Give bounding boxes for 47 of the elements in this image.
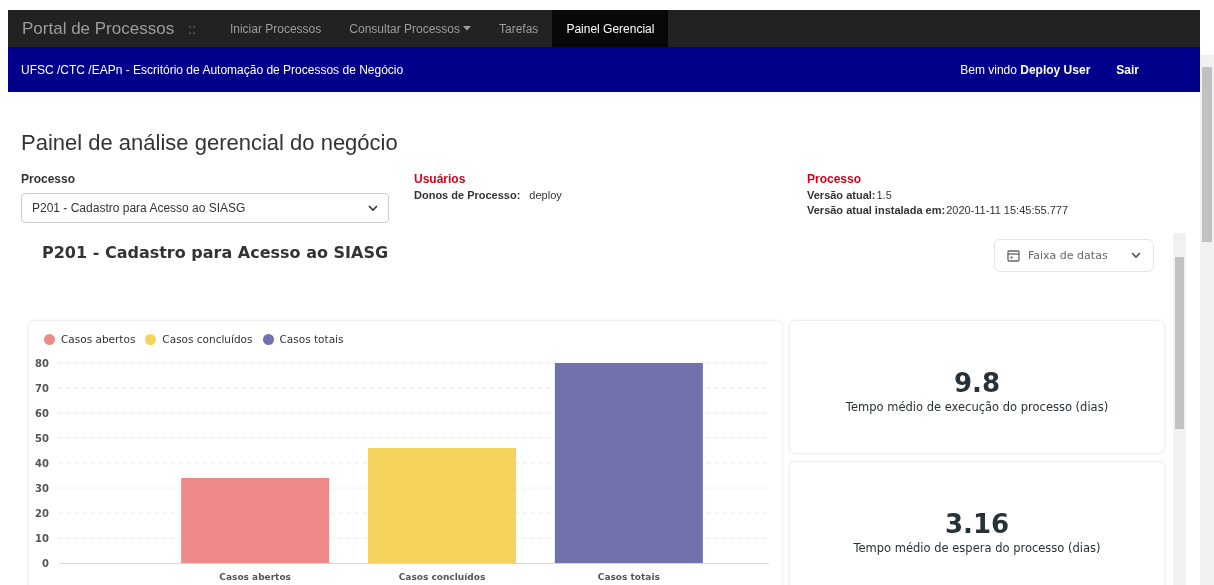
x-axis-label: Casos totais — [597, 572, 660, 581]
installed-value: 2020-11-11 15:45:55.777 — [946, 204, 1069, 216]
chevron-down-icon — [368, 204, 378, 212]
legend-item[interactable]: Casos abertos — [44, 333, 136, 345]
organization-name: UFSC /CTC /EAPn - Escritório de Automação de Processos de Negócio — [21, 62, 405, 77]
welcome-text: Bem vindo Deploy User — [960, 62, 1091, 77]
y-axis-label: 40 — [35, 458, 49, 469]
y-axis-label: 60 — [35, 408, 49, 419]
y-axis-label: 10 — [35, 533, 49, 544]
installed-label: Versão atual instalada em: — [807, 204, 946, 216]
x-axis-label: Casos abertos — [219, 572, 291, 581]
kpi-label: Tempo médio de execução do processo (dias) — [845, 400, 1109, 414]
y-axis-label: 0 — [42, 558, 49, 569]
chevron-down-icon — [1131, 252, 1141, 259]
legend-item[interactable]: Casos totais — [262, 333, 344, 345]
version-value: 1.5 — [876, 189, 892, 201]
version-label: Versão atual: — [807, 189, 876, 201]
legend-item[interactable]: Casos concluídos — [145, 333, 253, 345]
brand-link[interactable]: Portal de Processos — [8, 10, 175, 47]
y-axis-label: 20 — [35, 508, 49, 519]
dashboard-title: P201 - Cadastro para Acesso ao SIASG — [42, 243, 389, 262]
nav-tab[interactable]: Tarefas — [485, 10, 553, 47]
calendar-icon — [1007, 249, 1020, 262]
nav-tab[interactable]: Painel Gerencial — [552, 10, 669, 47]
field-label: Processo — [21, 172, 77, 186]
kpi-value: 9.8 — [953, 368, 1001, 398]
section-heading: Processo — [807, 172, 863, 186]
y-axis-label: 80 — [35, 358, 49, 369]
logout-link[interactable]: Sair — [1116, 62, 1139, 77]
kpi-label: Tempo médio de espera do processo (dias) — [853, 541, 1101, 555]
section-heading: Usuários — [414, 172, 467, 186]
process-select[interactable]: P201 - Cadastro para Acesso ao SIASG — [21, 193, 389, 223]
y-axis-label: 30 — [35, 483, 49, 494]
page-title: Painel de análise gerencial do negócio — [21, 130, 399, 156]
owners-label: Donos de Processo: — [414, 189, 521, 201]
caret-icon — [463, 26, 471, 31]
scrollbar[interactable] — [1173, 233, 1186, 585]
separator: :: — [187, 19, 197, 39]
y-axis-label: 50 — [35, 433, 49, 444]
date-range-dropdown[interactable]: Faixa de datas — [994, 239, 1154, 272]
nav-tab[interactable]: Iniciar Processos — [215, 10, 336, 47]
nav-tab[interactable]: Consultar Processos — [335, 10, 485, 47]
owners-value: deploy — [529, 189, 562, 201]
scrollbar[interactable] — [1200, 55, 1214, 585]
kpi-value: 3.16 — [944, 509, 1010, 539]
y-axis-label: 70 — [35, 383, 49, 394]
x-axis-label: Casos concluídos — [398, 572, 486, 581]
